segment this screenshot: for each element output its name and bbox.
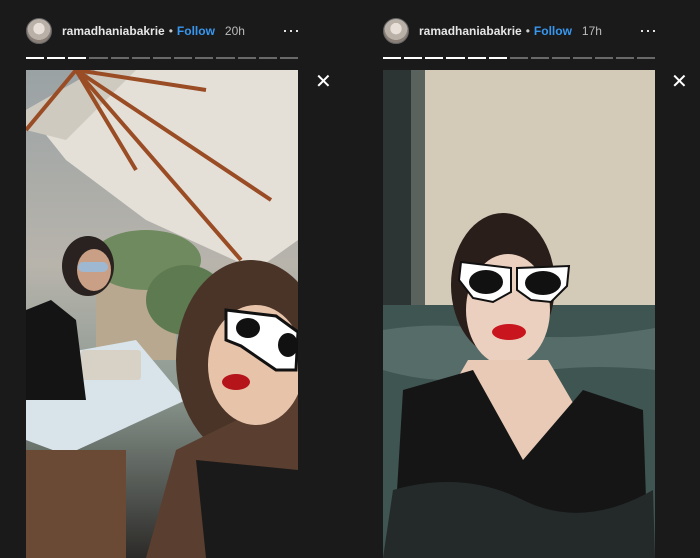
progress-segment xyxy=(615,57,634,59)
progress-segment xyxy=(531,57,550,59)
separator-dot: • xyxy=(168,24,173,38)
more-options-icon[interactable]: ⋯ xyxy=(282,22,301,40)
close-icon[interactable]: ✕ xyxy=(671,72,688,92)
progress-segment xyxy=(488,57,507,59)
progress-segment xyxy=(383,57,402,59)
username[interactable]: ramadhaniabakrie xyxy=(62,24,165,38)
progress-segment xyxy=(467,57,486,59)
progress-segment xyxy=(89,57,108,59)
story-viewer-right: ramadhaniabakrie • Follow 17h ⋯ ✕ xyxy=(383,0,688,558)
progress-segment xyxy=(26,57,45,59)
close-icon[interactable]: ✕ xyxy=(315,72,332,92)
story-header: ramadhaniabakrie • Follow 17h ⋯ xyxy=(383,16,658,46)
progress-segment xyxy=(404,57,423,59)
progress-segment xyxy=(195,57,214,59)
follow-button[interactable]: Follow xyxy=(534,24,572,38)
story-photo-image xyxy=(26,70,298,558)
follow-button[interactable]: Follow xyxy=(177,24,215,38)
progress-segment xyxy=(552,57,571,59)
progress-segment xyxy=(594,57,613,59)
progress-segment xyxy=(47,57,66,59)
more-options-icon[interactable]: ⋯ xyxy=(639,22,658,40)
progress-segment xyxy=(636,57,656,59)
story-header: ramadhaniabakrie • Follow 20h ⋯ xyxy=(26,16,301,46)
progress-segment xyxy=(110,57,129,59)
story-viewer-left: ramadhaniabakrie • Follow 20h ⋯ ✕ xyxy=(26,0,332,558)
timestamp: 20h xyxy=(224,24,245,38)
progress-segment xyxy=(446,57,465,59)
story-photo[interactable] xyxy=(26,70,298,558)
story-progress-bar xyxy=(383,57,656,59)
progress-segment xyxy=(237,57,256,59)
avatar[interactable] xyxy=(26,18,52,44)
progress-segment xyxy=(258,57,277,59)
story-progress-bar xyxy=(26,57,299,59)
avatar[interactable] xyxy=(383,18,409,44)
progress-segment xyxy=(425,57,444,59)
story-photo-image xyxy=(383,70,655,558)
progress-segment xyxy=(509,57,529,59)
username[interactable]: ramadhaniabakrie xyxy=(419,24,522,38)
timestamp: 17h xyxy=(581,24,602,38)
progress-segment xyxy=(216,57,235,59)
progress-segment xyxy=(279,57,299,59)
separator-dot: • xyxy=(525,24,530,38)
progress-segment xyxy=(152,57,172,59)
story-photo[interactable] xyxy=(383,70,655,558)
progress-segment xyxy=(68,57,87,59)
progress-segment xyxy=(174,57,193,59)
progress-segment xyxy=(131,57,150,59)
progress-segment xyxy=(573,57,592,59)
